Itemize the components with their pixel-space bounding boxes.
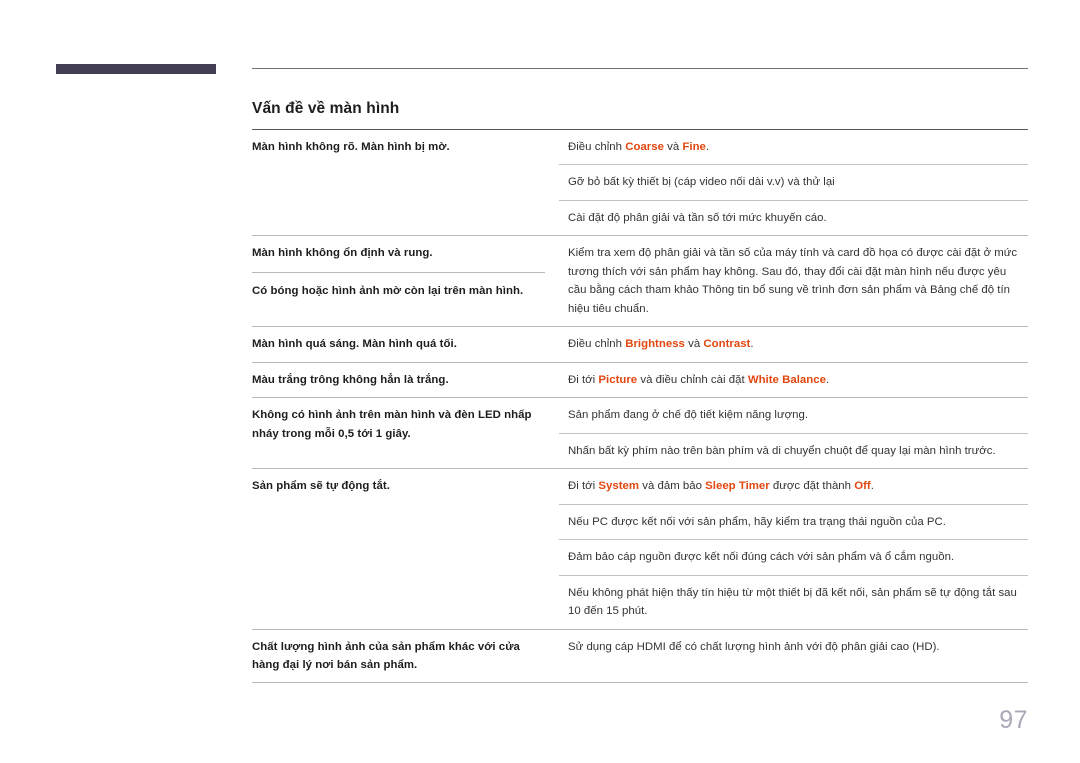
solution-cell: Điều chỉnh Brightness và Contrast.: [559, 326, 1028, 363]
symptom-cell: Chất lượng hình ảnh của sản phẩm khác vớ…: [252, 628, 559, 683]
solution-cell: Sử dụng cáp HDMI để có chất lượng hình ả…: [559, 628, 1028, 683]
solution-text: .: [750, 338, 754, 351]
solution-text: Gỡ bỏ bất kỳ thiết bị (cáp video nối dài…: [568, 176, 835, 189]
symptom-text: Sản phẩm sẽ tự động tắt.: [252, 480, 390, 493]
symptom-cell: Màn hình không rõ. Màn hình bị mờ.: [252, 130, 559, 236]
symptom-cell: Màu trắng trông không hẳn là trắng.: [252, 361, 559, 398]
solution-cell: Đảm bảo cáp nguồn được kết nối đúng cách…: [559, 539, 1028, 576]
menu-keyword: Contrast: [703, 338, 751, 351]
table-row: Màn hình không rõ. Màn hình bị mờ. Điều c…: [252, 130, 1028, 165]
menu-keyword: System: [598, 480, 640, 493]
symptom-cell: Không có hình ảnh trên màn hình và đèn L…: [252, 397, 559, 469]
menu-keyword: Brightness: [625, 338, 685, 351]
solution-cell: Gỡ bỏ bất kỳ thiết bị (cáp video nối dài…: [559, 164, 1028, 201]
decorative-header-bar: [56, 64, 216, 74]
symptom-text: Màu trắng trông không hẳn là trắng.: [252, 373, 449, 386]
menu-keyword: Fine: [682, 141, 706, 153]
solution-text: Đảm bảo cáp nguồn được kết nối đúng cách…: [568, 551, 955, 564]
symptom-cell: Màn hình không ổn định và rung. Có bóng h…: [252, 235, 559, 327]
solution-text: Đi tới: [568, 480, 599, 493]
solution-text: Kiểm tra xem độ phân giải và tần số của …: [568, 247, 1018, 315]
table-row: Sản phẩm sẽ tự động tắt. Đi tới System và…: [252, 468, 1028, 629]
solution-text: .: [705, 141, 710, 153]
solution-cell: Đi tới System và đảm bảo Sleep Timer đượ…: [559, 468, 1028, 505]
solution-cell: Kiểm tra xem độ phân giải và tần số của …: [559, 235, 1028, 327]
table-row: Không có hình ảnh trên màn hình và đèn L…: [252, 397, 1028, 469]
menu-keyword: Sleep Timer: [705, 480, 770, 493]
solution-text: Nhấn bất kỳ phím nào trên bàn phím và di…: [568, 444, 996, 457]
solution-text: Sản phẩm đang ở chế độ tiết kiệm năng lư…: [568, 409, 809, 422]
solution-cell: Điều chỉnh Coarse và Fine.: [559, 130, 1028, 165]
solution-text: và đảm bảo: [639, 480, 706, 493]
symptom-text: Không có hình ảnh trên màn hình và đèn L…: [252, 409, 532, 440]
menu-keyword: Picture: [598, 373, 638, 386]
solution-text: được đặt thành: [769, 480, 855, 493]
symptom-text: Màn hình không ổn định và rung.: [252, 247, 433, 260]
solution-text: Đi tới: [568, 373, 599, 386]
solution-text: Sử dụng cáp HDMI để có chất lượng hình ả…: [568, 640, 940, 653]
troubleshooting-table: Màn hình không rõ. Màn hình bị mờ. Điều c…: [252, 129, 1028, 684]
table-row: Màu trắng trông không hẳn là trắng. Đi tớ…: [252, 361, 1028, 398]
table-row: Màn hình quá sáng. Màn hình quá tối. Điều…: [252, 326, 1028, 363]
solution-text: và điều chỉnh cài đặt: [637, 373, 748, 386]
symptom-text: Màn hình không rõ. Màn hình bị mờ.: [252, 141, 450, 153]
symptom-cell: Sản phẩm sẽ tự động tắt.: [252, 468, 559, 629]
solution-cell: Sản phẩm đang ở chế độ tiết kiệm năng lư…: [559, 397, 1028, 434]
menu-keyword: White Balance: [747, 373, 826, 386]
solution-text: Điều chỉnh: [568, 141, 626, 153]
table-row: Màn hình không ổn định và rung. Có bóng h…: [252, 235, 1028, 327]
header-rule: [252, 68, 1028, 69]
solution-text: Điều chỉnh: [568, 338, 626, 351]
solution-text: .: [825, 373, 830, 386]
menu-keyword: Coarse: [625, 141, 664, 153]
symptom-text-secondary: Có bóng hoặc hình ảnh mờ còn lại trên mà…: [252, 271, 545, 300]
solution-text: Cài đặt độ phân giải và tần số tới mức k…: [568, 211, 827, 224]
page-title: Vấn đề về màn hình: [252, 100, 400, 118]
symptom-cell: Màn hình quá sáng. Màn hình quá tối.: [252, 326, 559, 363]
solution-text: .: [870, 480, 874, 493]
solution-text: và: [684, 338, 704, 351]
solution-text: Nếu không phát hiện thấy tín hiệu từ một…: [568, 586, 1017, 618]
menu-keyword: Off: [854, 480, 871, 493]
page-number: 97: [999, 706, 1028, 734]
symptom-text: Màn hình quá sáng. Màn hình quá tối.: [252, 338, 457, 351]
solution-text: và: [663, 141, 683, 153]
table-row: Chất lượng hình ảnh của sản phẩm khác vớ…: [252, 628, 1028, 683]
solution-cell: Nhấn bất kỳ phím nào trên bàn phím và di…: [559, 432, 1028, 469]
solution-text: Nếu PC được kết nối với sản phẩm, hãy ki…: [568, 515, 946, 528]
solution-cell: Nếu không phát hiện thấy tín hiệu từ một…: [559, 574, 1028, 629]
solution-cell: Đi tới Picture và điều chỉnh cài đặt Whi…: [559, 361, 1028, 398]
solution-cell: Nếu PC được kết nối với sản phẩm, hãy ki…: [559, 503, 1028, 540]
solution-cell: Cài đặt độ phân giải và tần số tới mức k…: [559, 199, 1028, 236]
symptom-text: Chất lượng hình ảnh của sản phẩm khác vớ…: [252, 640, 520, 671]
